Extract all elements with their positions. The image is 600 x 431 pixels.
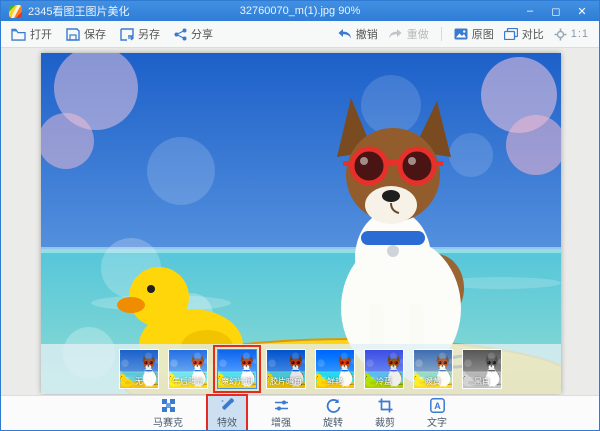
original-image-icon (454, 28, 468, 40)
crop-tool-button[interactable]: 裁剪 (366, 396, 404, 431)
actual-size-icon (554, 28, 567, 41)
effect-label: 午后阳光 (169, 376, 207, 387)
effect-thumb-6[interactable]: 暖黄 (409, 345, 457, 393)
effect-label: 冷蓝 (365, 376, 403, 387)
effect-label: 无 (120, 376, 158, 387)
canvas-area: 无 午后阳光 魔幻光斑 胶片暗角 鲜艳 (1, 49, 599, 395)
effect-label: 胶片暗角 (267, 376, 305, 387)
mosaic-label: 马赛克 (153, 414, 183, 429)
effect-label: 魔幻光斑 (218, 376, 256, 387)
app-window: 2345看图王图片美化 32760070_m(1).jpg 90% – ◻ ✕ … (0, 0, 600, 431)
crop-label: 裁剪 (375, 414, 395, 429)
save-button[interactable]: 保存 (66, 26, 106, 42)
text-tool-button[interactable]: A 文字 (418, 396, 456, 431)
effect-thumb-5[interactable]: 冷蓝 (360, 345, 408, 393)
redo-label: 重做 (407, 26, 429, 42)
share-icon (174, 28, 187, 41)
compare-label: 对比 (522, 26, 544, 42)
save-as-button[interactable]: 另存 (120, 26, 160, 42)
mosaic-tool-button[interactable]: 马赛克 (144, 396, 192, 431)
actual-size-button[interactable]: 1:1 (554, 28, 589, 41)
save-icon (66, 28, 80, 41)
open-label: 打开 (30, 26, 52, 42)
text-tool-label: 文字 (427, 414, 447, 429)
app-logo-icon (9, 5, 22, 18)
rotate-tool-button[interactable]: 旋转 (314, 396, 352, 431)
rotate-icon (326, 398, 341, 413)
save-as-icon (120, 28, 134, 41)
save-as-label: 另存 (138, 26, 160, 42)
undo-label: 撤销 (356, 26, 378, 42)
effect-thumb-2-selected[interactable]: 魔幻光斑 (213, 345, 261, 393)
mosaic-icon (161, 398, 176, 413)
effect-tool-annotation-box: 特效 (206, 394, 248, 431)
share-label: 分享 (191, 26, 213, 42)
svg-text:A: A (434, 401, 441, 411)
effect-thumb-7[interactable]: 黑白 (458, 345, 506, 393)
close-icon[interactable]: ✕ (569, 2, 595, 20)
actual-size-label: 1:1 (571, 28, 589, 40)
original-image-label: 原图 (472, 26, 494, 42)
compare-icon (504, 28, 518, 40)
enhance-tool-button[interactable]: 增强 (262, 396, 300, 431)
open-button[interactable]: 打开 (11, 26, 52, 42)
rotate-label: 旋转 (323, 414, 343, 429)
enhance-label: 增强 (271, 414, 291, 429)
crop-icon (378, 398, 393, 413)
effect-label: 黑白 (463, 376, 501, 387)
folder-open-icon (11, 28, 26, 41)
effect-strip: 无 午后阳光 魔幻光斑 胶片暗角 鲜艳 (41, 344, 561, 394)
effect-thumb-1[interactable]: 午后阳光 (164, 345, 212, 393)
redo-icon (388, 28, 403, 40)
photo-canvas: 无 午后阳光 魔幻光斑 胶片暗角 鲜艳 (41, 53, 561, 394)
effect-tool-button[interactable]: 特效 (208, 396, 246, 431)
effect-thumb-0[interactable]: 无 (115, 345, 163, 393)
compare-button[interactable]: 对比 (504, 26, 544, 42)
original-image-button[interactable]: 原图 (454, 26, 494, 42)
effect-thumb-4[interactable]: 鲜艳 (311, 345, 359, 393)
effect-label: 暖黄 (414, 376, 452, 387)
effect-label: 鲜艳 (316, 376, 354, 387)
text-icon: A (430, 398, 445, 413)
sliders-icon (274, 398, 289, 413)
title-bar: 2345看图王图片美化 32760070_m(1).jpg 90% – ◻ ✕ (1, 1, 599, 21)
minimize-icon[interactable]: – (517, 2, 543, 20)
app-title: 2345看图王图片美化 (28, 3, 129, 19)
save-label: 保存 (84, 26, 106, 42)
top-toolbar: 打开 保存 另存 分享 (1, 21, 599, 48)
photo-dog-surfboard (41, 53, 561, 394)
share-button[interactable]: 分享 (174, 26, 213, 42)
maximize-icon[interactable]: ◻ (543, 2, 569, 20)
bottom-toolbar: 马赛克 特效 增强 旋转 裁剪 (1, 395, 599, 430)
toolbar-separator (441, 27, 442, 41)
effect-tool-label: 特效 (217, 414, 237, 429)
undo-icon (337, 28, 352, 40)
magic-wand-icon (220, 398, 235, 413)
undo-button[interactable]: 撤销 (337, 26, 378, 42)
redo-button[interactable]: 重做 (388, 26, 429, 42)
effect-thumb-3[interactable]: 胶片暗角 (262, 345, 310, 393)
